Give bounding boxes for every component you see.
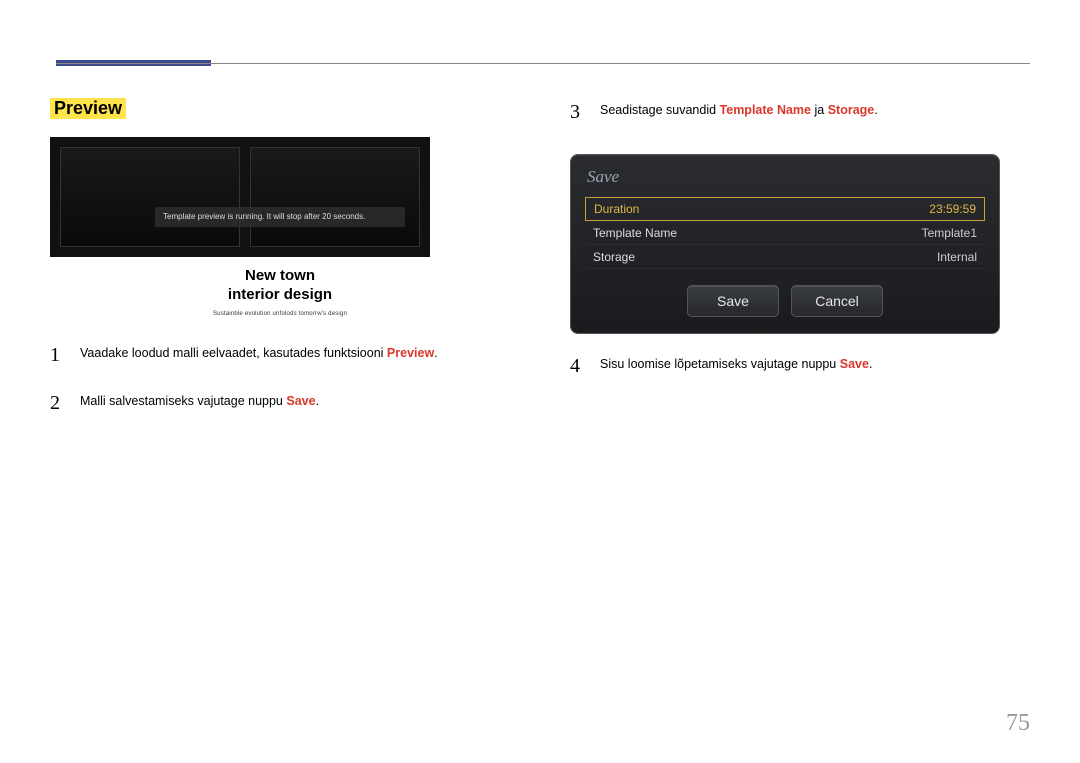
highlight-template-name: Template Name [720,103,811,117]
highlight-save: Save [286,394,315,408]
page-number: 75 [1006,710,1030,737]
save-dialog: Save Duration 23:59:59 Template Name Tem… [570,154,1000,334]
dialog-row-storage[interactable]: Storage Internal [585,245,985,269]
save-button[interactable]: Save [687,285,779,317]
row-label: Duration [594,202,639,216]
section-title: Preview [50,98,126,119]
left-column: Preview Template preview is running. It … [50,98,510,437]
caption-line-1: New town [50,267,510,286]
step-number: 3 [570,98,584,126]
step-text: Seadistage suvandid Template Name ja Sto… [600,98,878,120]
step-number: 2 [50,389,64,417]
step-item: 4 Sisu loomise lõpetamiseks vajutage nup… [570,352,1030,380]
row-value: Internal [937,250,977,264]
horizontal-rule [56,63,1030,64]
row-value: Template1 [922,226,977,240]
highlight-save: Save [840,357,869,371]
row-label: Template Name [593,226,677,240]
preview-screen-right [250,147,420,247]
step-item: 1 Vaadake loodud malli eelvaadet, kasuta… [50,341,510,369]
highlight-preview: Preview [387,346,434,360]
dialog-row-duration[interactable]: Duration 23:59:59 [585,197,985,221]
step-text: Vaadake loodud malli eelvaadet, kasutade… [80,341,438,363]
caption-title: New town interior design [50,267,510,305]
dialog-title: Save [587,167,985,187]
template-preview-thumbnail: Template preview is running. It will sto… [50,137,430,257]
right-column: 3 Seadistage suvandid Template Name ja S… [570,98,1030,437]
caption-subtitle: Sustainble evolution unfolods tomorrw's … [50,311,510,317]
highlight-storage: Storage [828,103,875,117]
step-number: 1 [50,341,64,369]
row-label: Storage [593,250,635,264]
preview-screen-left [60,147,240,247]
step-text: Malli salvestamiseks vajutage nuppu Save… [80,389,319,411]
step-item: 2 Malli salvestamiseks vajutage nuppu Sa… [50,389,510,417]
caption-line-2: interior design [50,286,510,305]
step-text: Sisu loomise lõpetamiseks vajutage nuppu… [600,352,872,374]
cancel-button[interactable]: Cancel [791,285,883,317]
dialog-row-template-name[interactable]: Template Name Template1 [585,221,985,245]
preview-running-message: Template preview is running. It will sto… [155,207,405,227]
step-number: 4 [570,352,584,380]
step-item: 3 Seadistage suvandid Template Name ja S… [570,98,1030,126]
left-steps-list: 1 Vaadake loodud malli eelvaadet, kasuta… [50,341,510,417]
row-value: 23:59:59 [929,202,976,216]
